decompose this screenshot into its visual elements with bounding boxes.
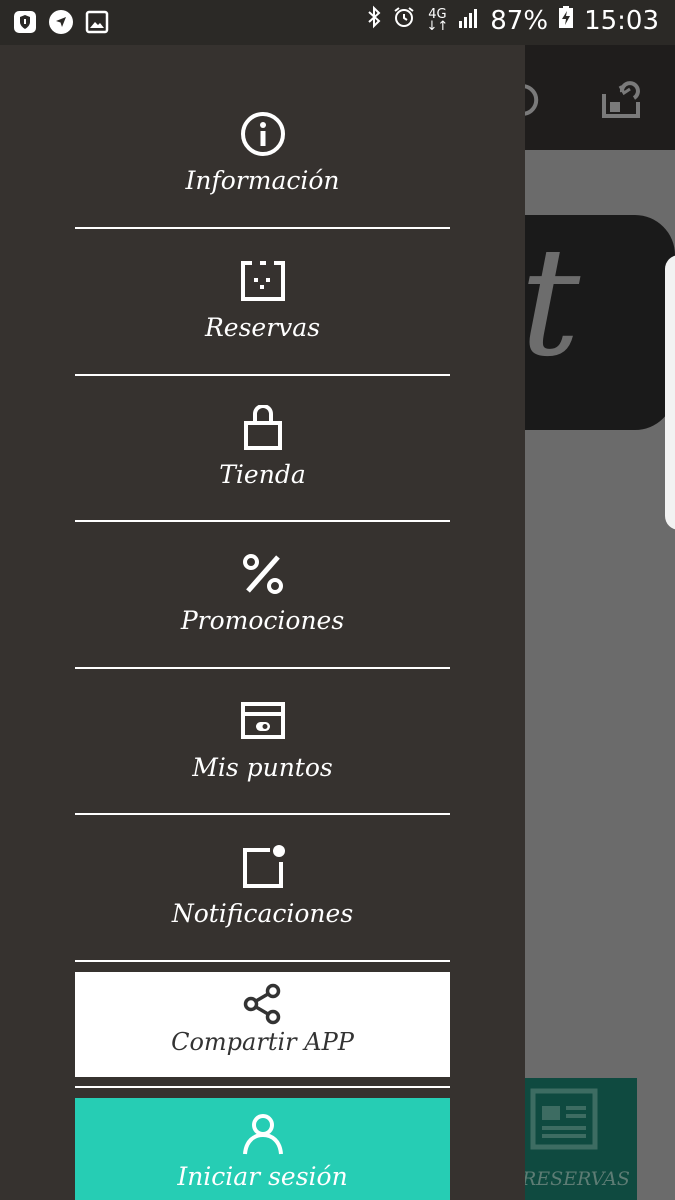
reservas-icon — [239, 257, 287, 305]
exit-icon[interactable] — [600, 80, 644, 124]
shopping-bag-icon — [239, 404, 287, 452]
menu-item-reservas[interactable]: Reservas — [75, 232, 450, 377]
divider — [75, 227, 450, 229]
divider — [75, 520, 450, 522]
divider — [75, 667, 450, 669]
menu-item-mis-puntos[interactable]: Mis puntos — [75, 672, 450, 817]
share-app-label: Compartir APP — [171, 1028, 354, 1056]
share-app-button[interactable]: Compartir APP — [75, 972, 450, 1077]
menu-item-label: Notificaciones — [171, 899, 354, 928]
image-icon — [84, 9, 110, 35]
shield-icon — [12, 9, 38, 35]
battery-charging-icon — [558, 5, 574, 36]
info-icon — [239, 110, 287, 158]
divider — [75, 813, 450, 815]
network-type: 4G ↓↑ — [426, 8, 449, 34]
navigation-icon — [48, 9, 74, 35]
status-bar: 4G ↓↑ 87% 15:03 — [0, 0, 675, 45]
notification-icon — [239, 843, 287, 891]
signal-icon — [458, 6, 480, 36]
alarm-icon — [392, 5, 416, 36]
content-card[interactable] — [665, 255, 675, 530]
menu-item-label: Reservas — [204, 313, 321, 342]
divider — [75, 1086, 450, 1088]
network-activity: ↓↑ — [426, 18, 449, 34]
login-button[interactable]: Iniciar sesión — [75, 1098, 450, 1200]
clock: 15:03 — [584, 5, 659, 36]
menu-item-promociones[interactable]: Promociones — [75, 525, 450, 670]
user-icon — [239, 1112, 287, 1156]
menu-item-label: Información — [185, 166, 340, 195]
reservas-tab-icon — [530, 1088, 598, 1154]
menu-item-label: Promociones — [180, 606, 345, 635]
tab-reservas-label: RESERVAS — [522, 1168, 630, 1190]
points-card-icon — [239, 697, 287, 745]
bluetooth-icon — [366, 5, 382, 36]
battery-percent: 87% — [490, 5, 549, 36]
menu-item-notificaciones[interactable]: Notificaciones — [75, 818, 450, 963]
brand-logo-mark: t — [520, 216, 581, 390]
divider — [75, 374, 450, 376]
menu-item-tienda[interactable]: Tienda — [75, 379, 450, 524]
menu-item-label: Mis puntos — [192, 753, 333, 782]
percent-icon — [239, 550, 287, 598]
menu-item-label: Tienda — [219, 460, 306, 489]
divider — [75, 960, 450, 962]
menu-item-informacion[interactable]: Información — [75, 85, 450, 230]
login-label: Iniciar sesión — [177, 1162, 348, 1191]
share-icon — [241, 982, 285, 1026]
